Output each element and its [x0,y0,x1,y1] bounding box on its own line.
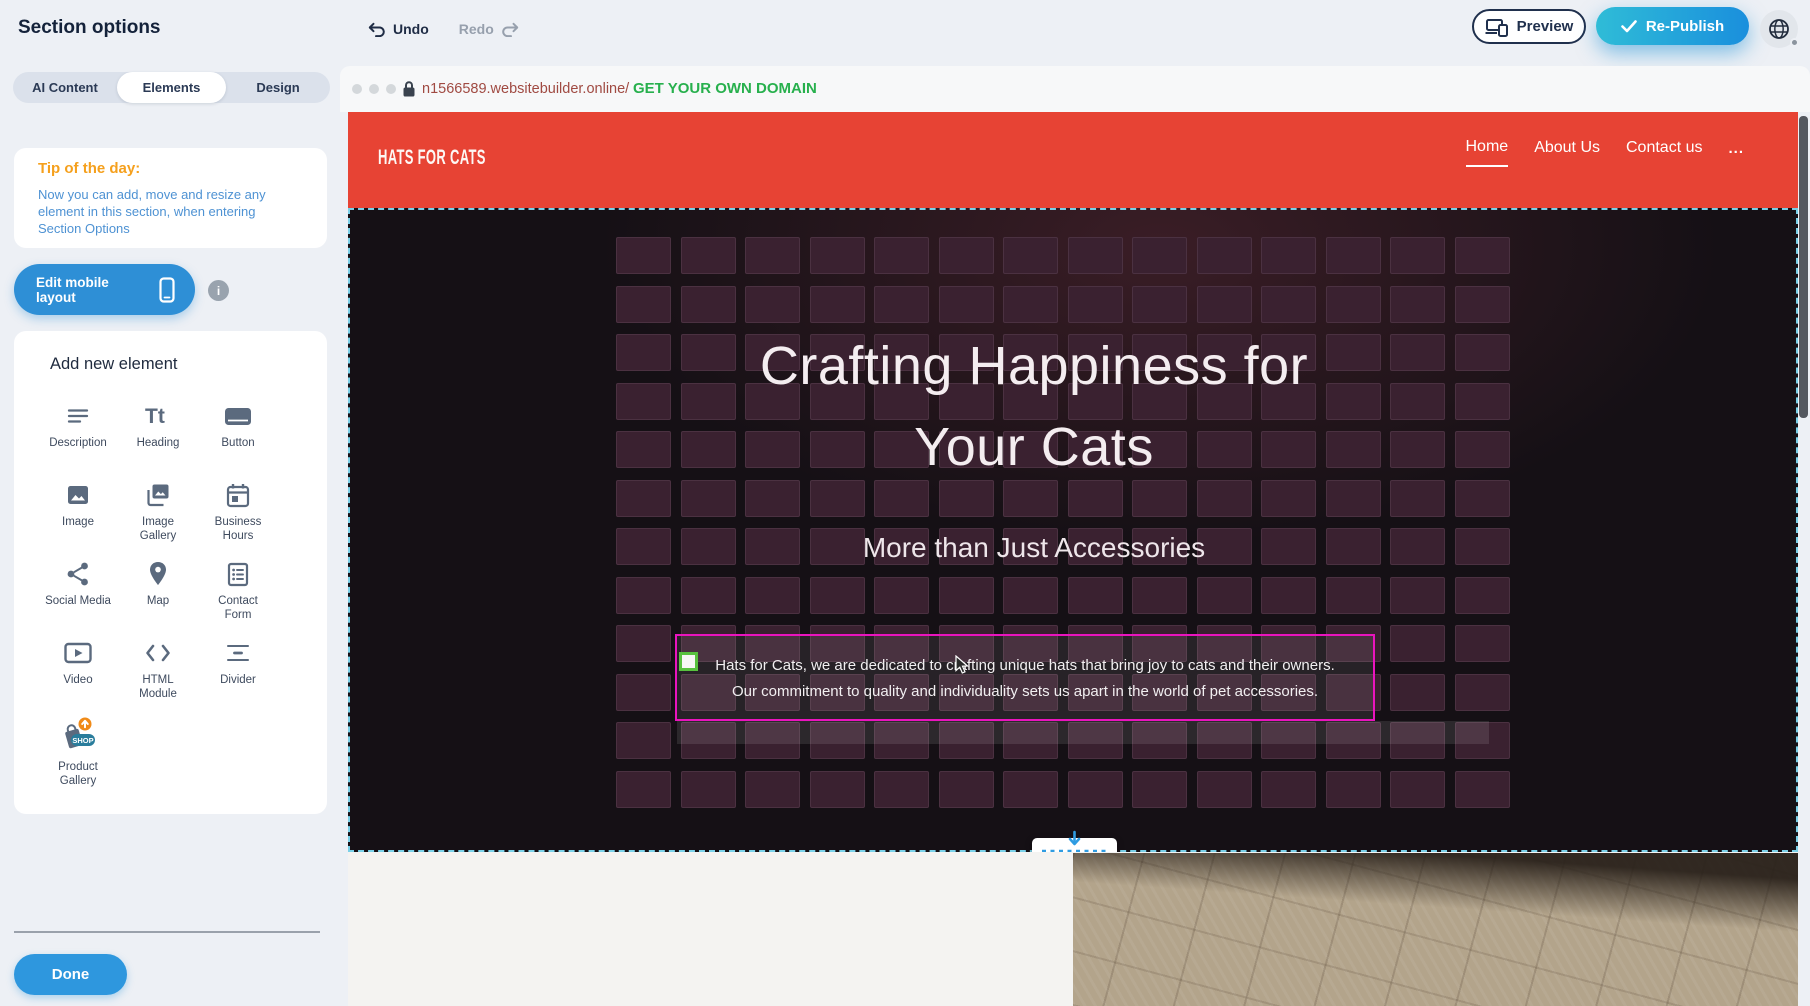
divider-icon [225,636,251,670]
element-grid: Description Tt Heading Button Image [38,391,300,786]
pavement-photo [1073,853,1798,1006]
edit-mobile-layout-button[interactable]: Edit mobile layout [14,264,195,315]
svg-text:Tt: Tt [145,405,165,428]
tip-title: Tip of the day: [38,160,140,177]
page-title: Section options [18,17,161,39]
element-heading[interactable]: Tt Heading [118,391,198,470]
element-video[interactable]: Video [38,628,118,707]
contact-form-icon [225,557,251,591]
next-section[interactable] [348,852,1798,1006]
add-element-title: Add new element [50,355,178,374]
hero-section[interactable]: Crafting Happiness for Your Cats More th… [348,208,1798,852]
mobile-phone-icon [159,277,175,303]
globe-status-dot [1790,38,1799,47]
nav-about-us[interactable]: About Us [1534,139,1600,166]
preview-scrollbar[interactable] [1799,116,1808,418]
site-nav: Home About Us Contact us ... [1466,138,1745,167]
preview-button[interactable]: Preview [1472,9,1586,44]
sidebar-divider [14,931,320,933]
business-hours-icon [225,478,251,512]
resize-corner-handle[interactable] [679,652,698,671]
add-element-panel: Add new element Description Tt Heading B… [14,331,327,814]
undo-button[interactable]: Undo [368,21,429,37]
selected-text-element[interactable]: Hats for Cats, we are dedicated to craft… [675,634,1375,721]
site-header: HATS FOR CATS Home About Us Contact us .… [348,112,1798,208]
devices-icon [1485,17,1509,37]
undo-label: Undo [393,21,429,37]
element-button[interactable]: Button [198,391,278,470]
element-description[interactable]: Description [38,391,118,470]
site-url[interactable]: n1566589.websitebuilder.online/ [422,81,629,97]
browser-dots-icon [352,84,396,94]
undo-icon [368,21,386,37]
hero-heading[interactable]: Crafting Happiness for Your Cats [348,326,1720,488]
done-button[interactable]: Done [14,954,127,995]
element-product-gallery[interactable]: SHOP Product Gallery [38,707,118,786]
app-window: Section options Undo Redo Preview Re-P [0,0,1810,1006]
element-html-module[interactable]: HTML Module [118,628,198,707]
republish-button[interactable]: Re-Publish [1596,7,1749,45]
browser-address-bar: n1566589.websitebuilder.online/ GET YOUR… [340,66,1810,112]
get-your-own-domain-link[interactable]: GET YOUR OWN DOMAIN [633,80,817,97]
topbar-actions: Preview Re-Publish [1470,0,1810,58]
tip-body: Now you can add, move and resize any ele… [38,186,292,237]
image-gallery-icon [144,478,172,512]
image-icon [65,478,91,512]
heading-icon: Tt [143,399,173,433]
html-module-icon [144,636,172,670]
social-media-icon [65,557,91,591]
language-globe-button[interactable] [1760,10,1798,48]
element-map[interactable]: Map [118,549,198,628]
element-hover-strip [677,721,1489,744]
check-icon [1621,20,1637,33]
tab-design[interactable]: Design [226,72,330,103]
element-divider[interactable]: Divider [198,628,278,707]
product-gallery-icon: SHOP [58,715,98,757]
map-icon [145,557,171,591]
element-image[interactable]: Image [38,470,118,549]
globe-icon [1767,17,1791,41]
redo-label: Redo [459,21,494,37]
section-resize-handle[interactable] [1032,838,1117,852]
shop-badge: SHOP [72,736,93,745]
nav-contact-us[interactable]: Contact us [1626,139,1702,166]
nav-more-icon[interactable]: ... [1728,140,1744,166]
undo-redo-group: Undo Redo [368,0,519,58]
nav-home[interactable]: Home [1466,138,1509,167]
lock-icon [402,80,416,98]
hero-body-text: Hats for Cats, we are dedicated to craft… [677,653,1373,705]
element-social-media[interactable]: Social Media [38,549,118,628]
redo-button[interactable]: Redo [459,21,519,37]
site-logo[interactable]: HATS FOR CATS [378,146,486,170]
description-icon [65,399,91,433]
hero-subheading[interactable]: More than Just Accessories [348,532,1720,564]
sidebar-tabs: AI Content Elements Design [13,72,330,103]
element-image-gallery[interactable]: Image Gallery [118,470,198,549]
redo-icon [501,21,519,37]
edit-mobile-label: Edit mobile layout [36,275,143,305]
pavement-shadow [1073,853,1798,938]
tab-elements[interactable]: Elements [117,72,226,103]
tip-of-the-day-card: Tip of the day: Now you can add, move an… [14,148,327,248]
button-icon [223,399,253,433]
tab-ai-content[interactable]: AI Content [13,72,117,103]
preview-label: Preview [1517,18,1574,35]
element-contact-form[interactable]: Contact Form [198,549,278,628]
element-business-hours[interactable]: Business Hours [198,470,278,549]
republish-label: Re-Publish [1646,18,1724,35]
info-icon[interactable]: i [208,280,229,301]
video-icon [63,636,93,670]
